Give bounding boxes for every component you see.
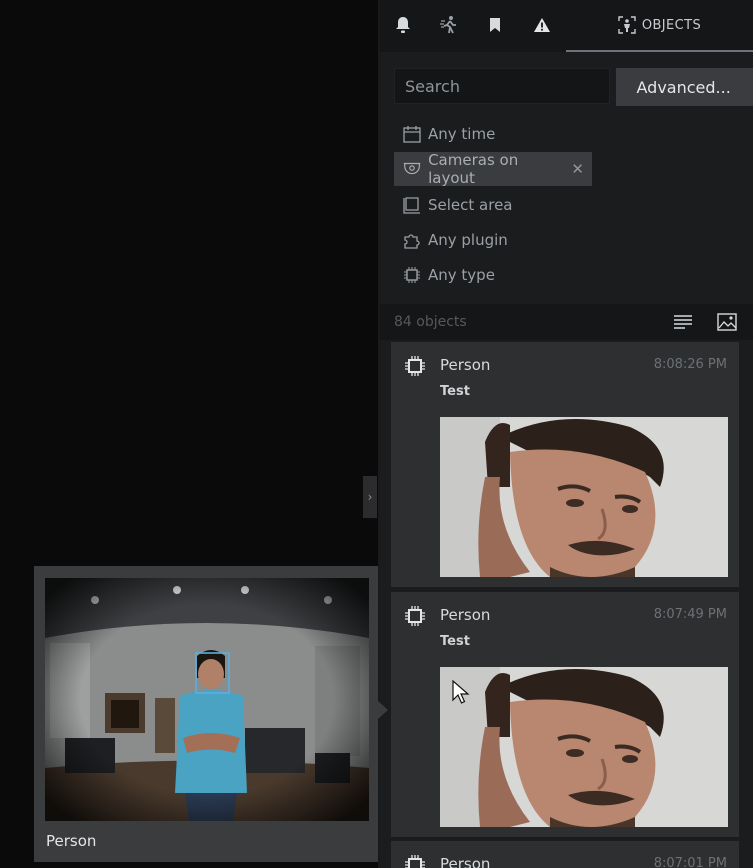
filter-area-label: Select area	[428, 195, 513, 214]
object-type: Person	[440, 606, 491, 624]
select-area-icon	[403, 196, 420, 214]
puzzle-icon	[404, 233, 420, 249]
object-card[interactable]: Person 8:07:01 PM	[391, 841, 739, 868]
object-subtitle: Test	[440, 634, 470, 649]
chip-icon	[404, 266, 420, 283]
room-preview-image	[45, 578, 369, 821]
chip-icon	[405, 606, 425, 626]
object-preview-tooltip: Person	[34, 566, 378, 862]
filter-plugin-label: Any plugin	[428, 230, 508, 249]
bell-icon	[396, 17, 410, 33]
filter-type[interactable]: Any type	[394, 257, 592, 292]
face-thumbnail-image	[440, 667, 728, 827]
preview-label: Person	[46, 832, 97, 850]
remove-filter-icon[interactable]: ✕	[571, 160, 584, 178]
chevron-right-icon: ›	[367, 490, 373, 504]
object-timestamp: 8:07:49 PM	[653, 607, 727, 622]
motion-icon	[440, 16, 456, 34]
calendar-icon	[403, 125, 421, 143]
tab-objects[interactable]: OBJECTS	[566, 0, 753, 52]
filter-type-label: Any type	[428, 265, 495, 284]
tab-motion[interactable]	[426, 0, 472, 52]
chip-icon	[405, 855, 425, 868]
object-type: Person	[440, 356, 491, 374]
preview-frame	[45, 578, 369, 821]
list-view-icon[interactable]	[673, 314, 693, 330]
tab-bookmarks[interactable]	[472, 0, 518, 52]
object-subtitle: Test	[440, 384, 470, 399]
right-panel: OBJECTS Search Advanced... Any time Came…	[380, 0, 753, 868]
collapse-panel-button[interactable]: ›	[363, 476, 377, 518]
filter-list: Any time Cameras on layout ✕ Select area…	[394, 116, 592, 292]
object-card[interactable]: Person Test 8:07:49 PM	[391, 592, 739, 837]
filter-plugin[interactable]: Any plugin	[394, 222, 592, 257]
object-thumbnail[interactable]	[440, 667, 728, 827]
filter-cameras-label: Cameras on layout	[428, 151, 519, 187]
object-timestamp: 8:08:26 PM	[653, 357, 727, 372]
object-timestamp: 8:07:01 PM	[653, 856, 727, 868]
tab-objects-label: OBJECTS	[641, 17, 702, 33]
image-view-icon[interactable]	[717, 313, 737, 331]
object-thumbnail[interactable]	[440, 417, 728, 577]
chip-icon	[405, 356, 425, 376]
tab-events[interactable]	[518, 0, 566, 52]
search-row: Search Advanced...	[394, 68, 753, 106]
results-toolbar: 84 objects	[380, 304, 753, 340]
object-card[interactable]: Person Test 8:08:26 PM	[391, 342, 739, 587]
face-thumbnail-image	[440, 417, 728, 577]
search-input[interactable]: Search	[394, 68, 610, 104]
tab-bar: OBJECTS	[380, 0, 753, 52]
tab-notifications[interactable]	[380, 0, 426, 52]
filter-time[interactable]: Any time	[394, 116, 592, 151]
bookmark-icon	[490, 18, 500, 32]
filter-time-label: Any time	[428, 124, 496, 143]
results-count: 84 objects	[394, 314, 467, 330]
tooltip-arrow	[378, 701, 388, 719]
camera-dome-icon	[403, 162, 421, 175]
warning-icon	[534, 18, 550, 32]
objects-icon	[618, 16, 636, 34]
filter-area[interactable]: Select area	[394, 187, 592, 222]
mouse-cursor-icon	[452, 680, 470, 704]
object-type: Person	[440, 855, 491, 868]
advanced-button[interactable]: Advanced...	[615, 68, 753, 106]
filter-cameras[interactable]: Cameras on layout ✕	[394, 151, 592, 187]
